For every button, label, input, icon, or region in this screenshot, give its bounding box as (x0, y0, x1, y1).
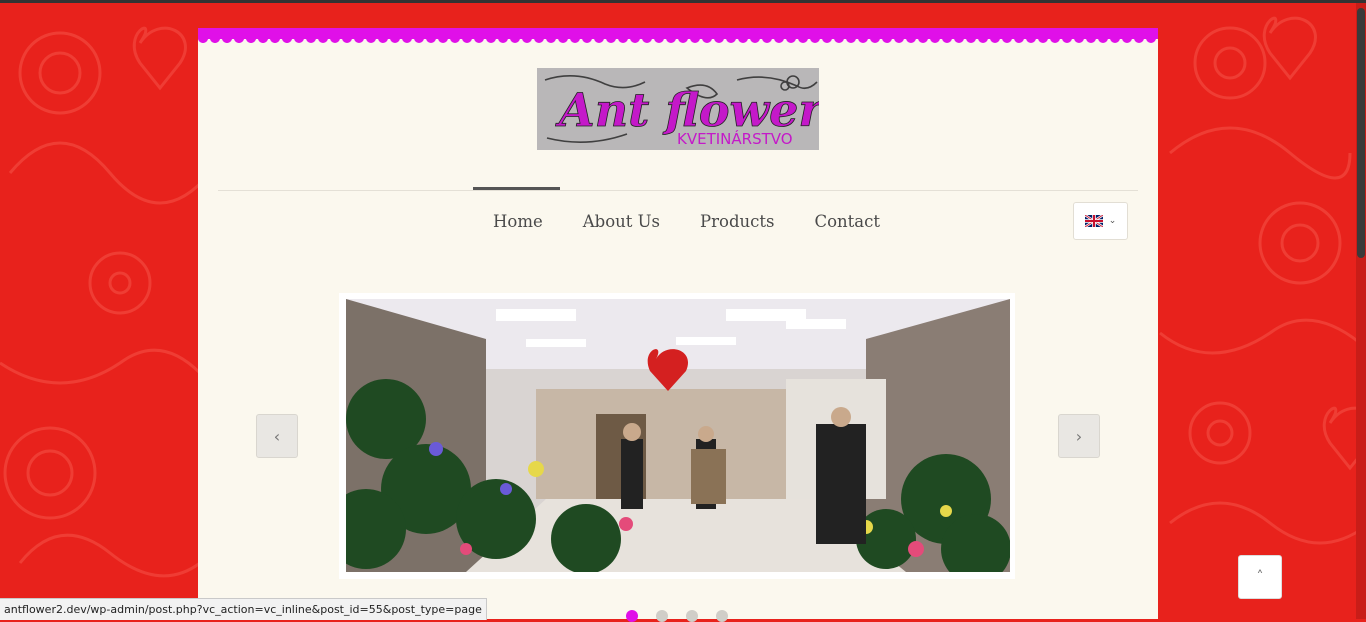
slider-dot-2[interactable] (656, 610, 668, 622)
slider-dot-4[interactable] (716, 610, 728, 622)
nav-contact[interactable]: Contact (794, 198, 900, 246)
page-scrollbar[interactable] (1356, 3, 1366, 619)
chevron-right-icon: › (1075, 426, 1083, 446)
scrollbar-thumb[interactable] (1357, 8, 1365, 258)
slider-prev-button[interactable]: ‹ (256, 414, 298, 458)
main-nav: Home About Us Products Contact (473, 198, 900, 246)
chevron-up-icon: ˄ (1256, 569, 1264, 585)
slider-pagination (626, 610, 728, 622)
slider-dot-3[interactable] (686, 610, 698, 622)
back-to-top-button[interactable]: ˄ (1238, 555, 1282, 599)
logo-title: Ant flower (555, 83, 819, 137)
slider-next-button[interactable]: › (1058, 414, 1100, 458)
logo-subtitle: KVETINÁRSTVO (677, 129, 793, 148)
nav-products[interactable]: Products (680, 198, 794, 246)
scallop-border (198, 28, 1158, 43)
page-container: Ant flower KVETINÁRSTVO Home About Us Pr… (198, 28, 1158, 622)
nav-about-us[interactable]: About Us (563, 198, 680, 246)
chevron-left-icon: ‹ (273, 426, 281, 446)
browser-status-url: antflower2.dev/wp-admin/post.php?vc_acti… (0, 598, 487, 620)
site-logo[interactable]: Ant flower KVETINÁRSTVO (537, 68, 819, 150)
header-divider (218, 190, 1138, 191)
slider-dot-1[interactable] (626, 610, 638, 622)
nav-active-indicator (473, 187, 560, 190)
uk-flag-icon (1084, 215, 1103, 227)
slide-image-flower-shop (346, 299, 1010, 572)
hero-slider (339, 293, 1015, 579)
chevron-down-icon: ⌄ (1108, 216, 1117, 226)
language-switcher[interactable]: ⌄ (1073, 202, 1128, 240)
nav-home[interactable]: Home (473, 198, 563, 246)
